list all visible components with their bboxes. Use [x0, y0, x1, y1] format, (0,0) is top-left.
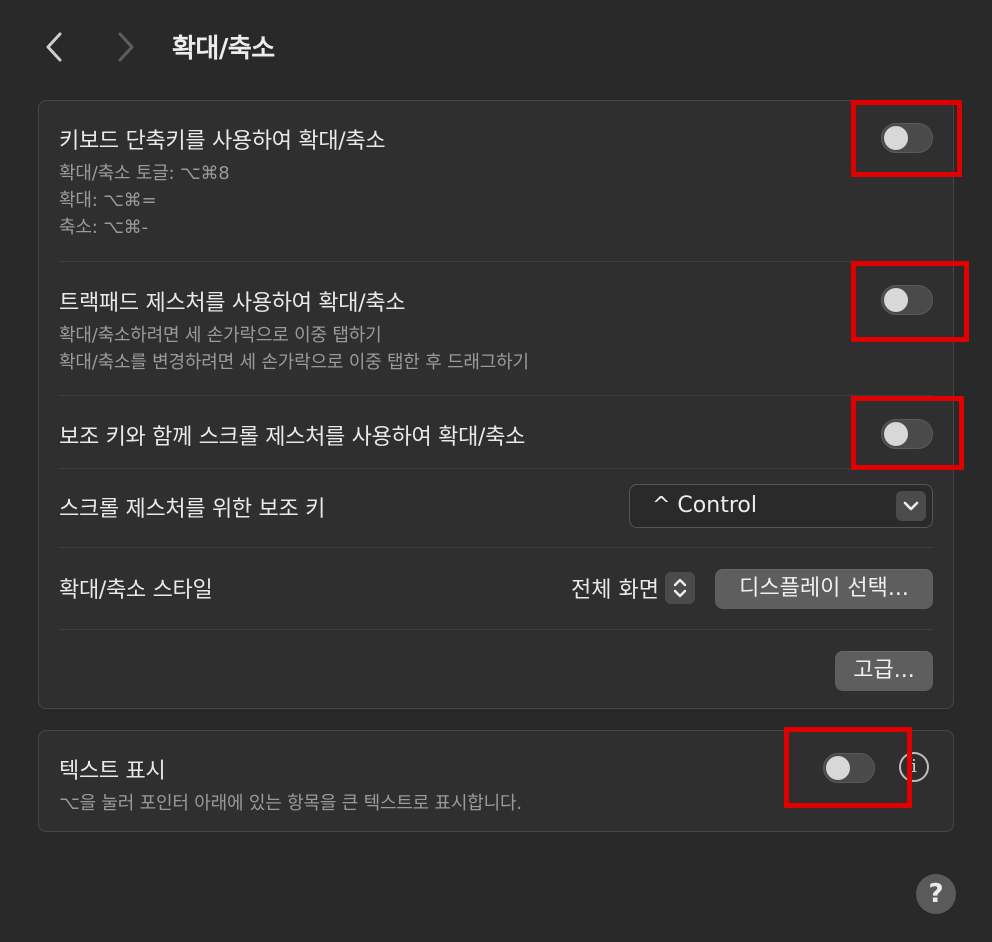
modifier-key-value: ^ Control	[652, 493, 757, 518]
keyboard-shortcut-toggle-line: 확대/축소 토글: ⌥⌘8	[59, 163, 230, 184]
hover-text-panel: 텍스트 표시 ⌥을 눌러 포인터 아래에 있는 항목을 큰 텍스트로 표시합니다…	[38, 730, 954, 832]
modifier-key-label: 스크롤 제스처를 위한 보조 키	[59, 497, 326, 522]
divider	[59, 547, 933, 548]
divider	[59, 261, 933, 262]
help-button[interactable]: ?	[916, 874, 956, 914]
zoom-style-label: 확대/축소 스타일	[59, 578, 213, 603]
trackpad-gesture-row: 트랙패드 제스처를 사용하여 확대/축소 확대/축소하려면 세 손가락으로 이중…	[59, 283, 933, 377]
toggle-knob	[884, 422, 908, 446]
choose-display-button[interactable]: 디스플레이 선택...	[715, 569, 933, 609]
hover-text-toggle[interactable]	[823, 753, 875, 783]
keyboard-shortcut-label: 키보드 단축키를 사용하여 확대/축소	[59, 129, 386, 154]
hover-text-label: 텍스트 표시	[59, 759, 166, 784]
up-down-stepper-icon[interactable]	[665, 572, 695, 604]
keyboard-shortcut-toggle[interactable]	[881, 123, 933, 153]
trackpad-gesture-line-2: 확대/축소를 변경하려면 세 손가락으로 이중 탭한 후 드래그하기	[59, 352, 529, 373]
trackpad-gesture-toggle[interactable]	[881, 285, 933, 315]
advanced-button[interactable]: 고급...	[835, 651, 933, 691]
toolbar: 확대/축소	[0, 0, 992, 92]
zoom-style-value[interactable]: 전체 화면	[571, 572, 659, 604]
keyboard-shortcut-zoom-out-line: 축소: ⌥⌘-	[59, 217, 148, 238]
toggle-knob	[826, 756, 850, 780]
chevron-down-icon	[896, 491, 926, 521]
hover-text-description: ⌥을 눌러 포인터 아래에 있는 항목을 큰 텍스트로 표시합니다.	[59, 793, 522, 814]
info-icon[interactable]: i	[899, 752, 929, 782]
chevron-left-icon[interactable]	[40, 30, 70, 64]
divider	[59, 468, 933, 469]
trackpad-gesture-line-1: 확대/축소하려면 세 손가락으로 이중 탭하기	[59, 325, 382, 346]
page-title: 확대/축소	[172, 34, 275, 64]
modifier-key-select[interactable]: ^ Control	[629, 484, 933, 528]
scroll-gesture-toggle[interactable]	[881, 419, 933, 449]
divider	[59, 629, 933, 630]
chevron-right-icon[interactable]	[110, 30, 140, 64]
trackpad-gesture-label: 트랙패드 제스처를 사용하여 확대/축소	[59, 291, 406, 316]
toggle-knob	[884, 126, 908, 150]
zoom-settings-panel: 키보드 단축키를 사용하여 확대/축소 확대/축소 토글: ⌥⌘8 확대: ⌥⌘…	[38, 100, 954, 709]
keyboard-shortcut-zoom-in-line: 확대: ⌥⌘=	[59, 190, 157, 211]
toggle-knob	[884, 288, 908, 312]
divider	[59, 395, 933, 396]
scroll-gesture-label: 보조 키와 함께 스크롤 제스처를 사용하여 확대/축소	[59, 425, 526, 450]
scroll-gesture-row: 보조 키와 함께 스크롤 제스처를 사용하여 확대/축소	[59, 417, 933, 457]
keyboard-shortcut-row: 키보드 단축키를 사용하여 확대/축소 확대/축소 토글: ⌥⌘8 확대: ⌥⌘…	[59, 121, 933, 241]
